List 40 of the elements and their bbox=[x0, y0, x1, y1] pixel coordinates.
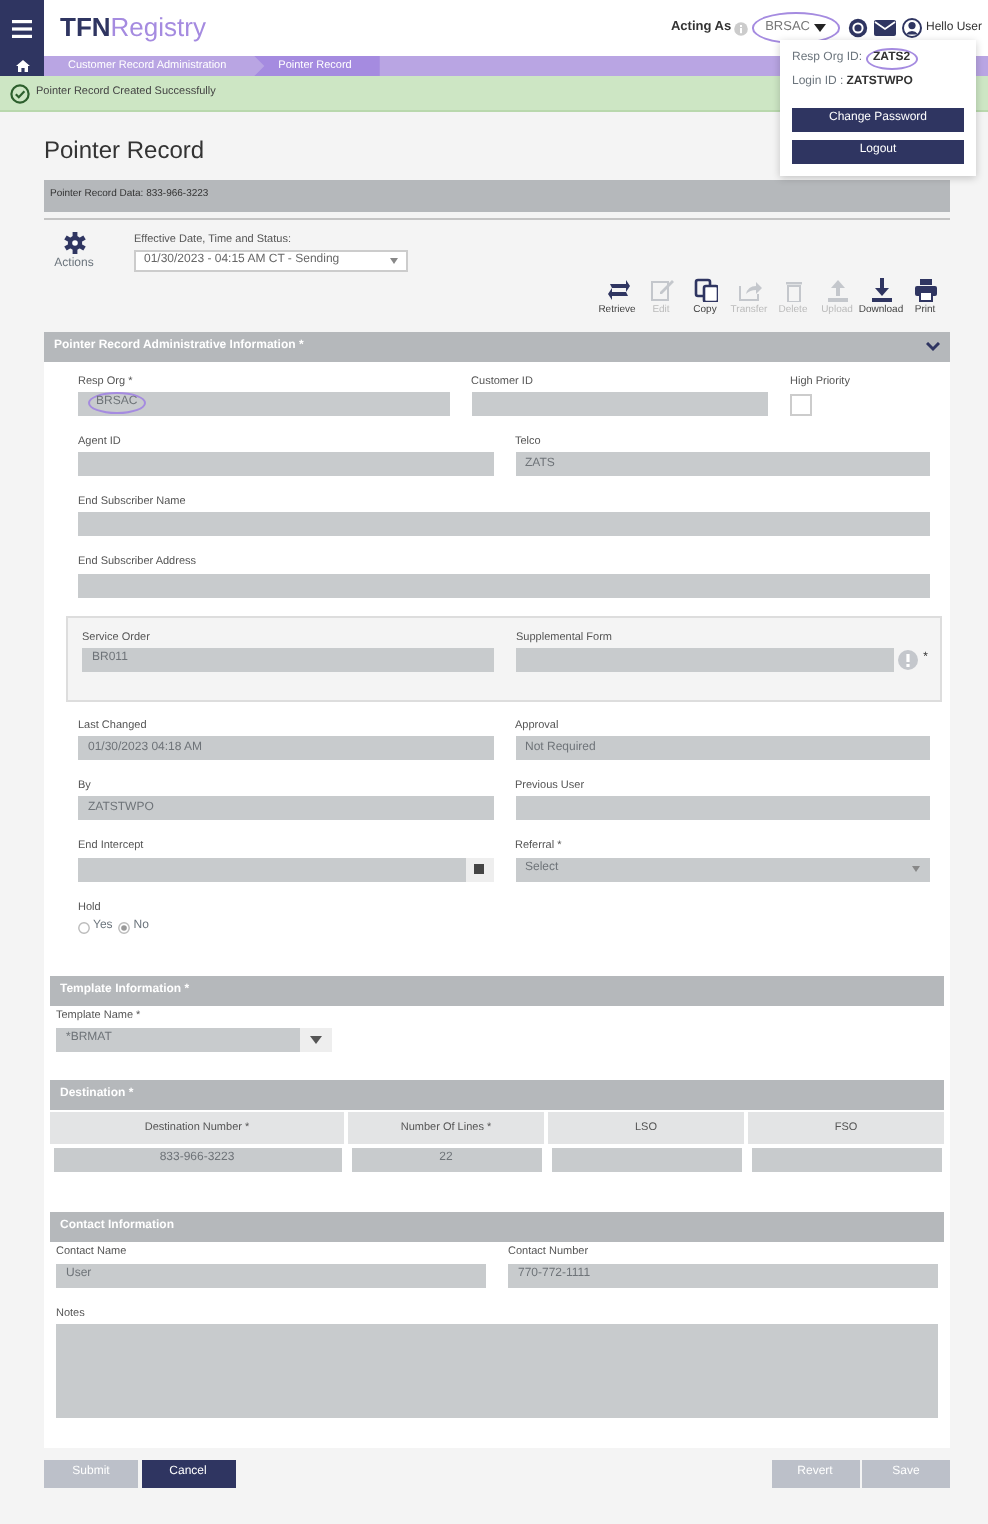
calendar-icon bbox=[474, 864, 484, 874]
home-icon bbox=[15, 60, 29, 72]
envelope-icon[interactable] bbox=[874, 20, 897, 36]
caret-icon bbox=[912, 866, 920, 872]
edit-icon bbox=[649, 277, 673, 301]
retrieve-icon bbox=[605, 277, 629, 301]
logo-text: TFN bbox=[60, 10, 111, 47]
input-field[interactable] bbox=[78, 512, 930, 537]
chevron-icon[interactable] bbox=[926, 341, 940, 351]
gear-icon[interactable] bbox=[63, 231, 85, 253]
input-field[interactable] bbox=[751, 1147, 941, 1172]
input-field[interactable] bbox=[516, 647, 895, 672]
logo-text: Registry bbox=[110, 10, 206, 47]
input-field[interactable] bbox=[551, 1147, 741, 1172]
caret-icon bbox=[390, 257, 398, 264]
calendar-button[interactable] bbox=[465, 857, 493, 881]
download-icon bbox=[869, 277, 893, 301]
menu-button[interactable] bbox=[0, 0, 44, 56]
info-icon bbox=[734, 21, 749, 35]
caret-icon bbox=[813, 24, 826, 32]
input-field[interactable] bbox=[78, 573, 930, 597]
checkbox[interactable] bbox=[790, 393, 812, 416]
check-circle-icon bbox=[10, 83, 30, 103]
page-title: Pointer Record bbox=[44, 134, 205, 168]
upload-icon bbox=[825, 277, 849, 301]
notes-field[interactable] bbox=[56, 1323, 938, 1418]
home-link[interactable] bbox=[0, 56, 44, 76]
copy-icon bbox=[693, 277, 717, 301]
caret-icon bbox=[310, 1035, 322, 1043]
delete-icon bbox=[781, 277, 805, 301]
dropdown-button[interactable] bbox=[300, 1027, 332, 1051]
user-icon[interactable] bbox=[902, 18, 923, 38]
date-field[interactable] bbox=[78, 857, 493, 881]
menu-icon bbox=[12, 19, 32, 37]
print-icon bbox=[913, 277, 937, 301]
input-field[interactable] bbox=[471, 391, 768, 416]
input-field[interactable] bbox=[515, 796, 930, 821]
transfer-icon bbox=[737, 277, 761, 301]
record-icon[interactable] bbox=[848, 18, 869, 38]
input-field[interactable] bbox=[78, 452, 493, 476]
